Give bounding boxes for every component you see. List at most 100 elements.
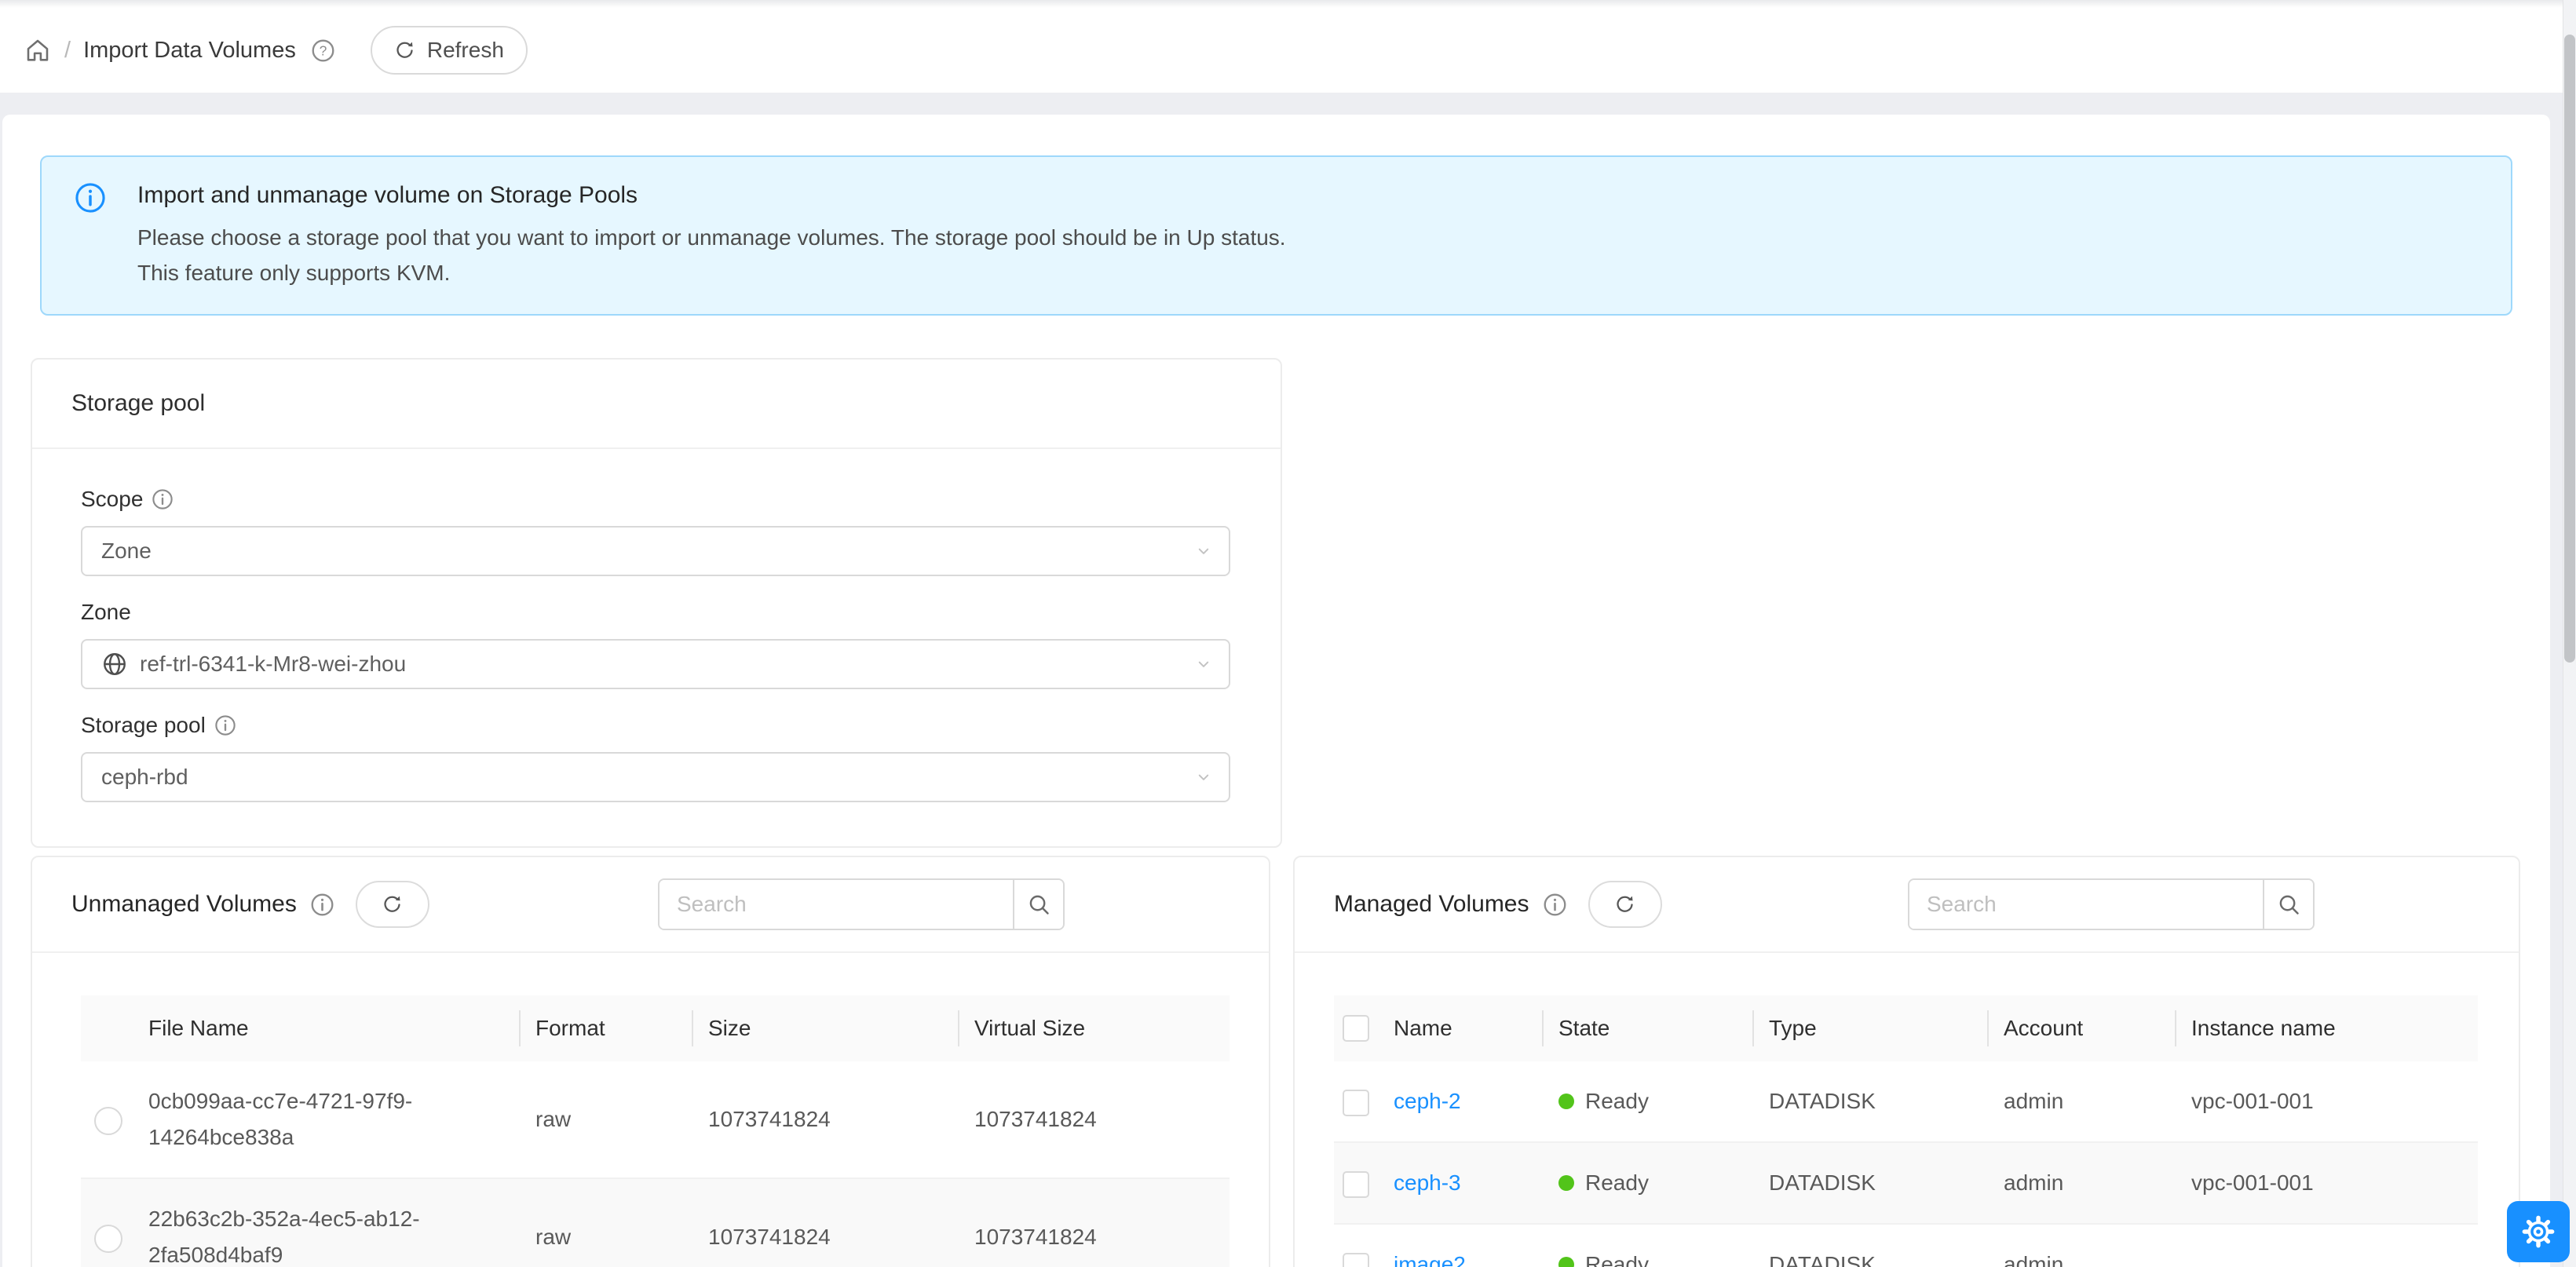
status-dot (1558, 1094, 1574, 1109)
unmanaged-refresh-button[interactable] (356, 881, 429, 928)
info-alert-text: Import and unmanage volume on Storage Po… (137, 177, 1286, 290)
managed-volumes-body: Name State Type Account Instance name ce… (1295, 953, 2519, 1267)
cell-file-name: 0cb099aa-cc7e-4721-97f9-14264bce838a (136, 1061, 520, 1178)
scope-label: Scope (81, 487, 1230, 512)
zone-label: Zone (81, 600, 1230, 625)
table-row[interactable]: ceph-2 Ready DATADISK admin vpc-001-001 (1334, 1061, 2478, 1142)
column-header-instance-name[interactable]: Instance name (2176, 995, 2478, 1061)
cell-format: raw (520, 1061, 692, 1178)
pool-label-text: Storage pool (81, 713, 206, 738)
info-alert-line2: This feature only supports KVM. (137, 255, 1286, 290)
storage-pool-card-body: Scope Zone Zone ref-trl-6341-k-Mr8-wei-z… (32, 449, 1281, 846)
scope-label-text: Scope (81, 487, 143, 512)
volume-name-link[interactable]: ceph-2 (1394, 1089, 1461, 1113)
unmanaged-volumes-header: Unmanaged Volumes (32, 857, 1269, 953)
reload-icon (394, 40, 415, 61)
row-checkbox[interactable] (1343, 1171, 1369, 1198)
cell-size: 1073741824 (692, 1061, 959, 1178)
help-icon[interactable] (310, 38, 336, 64)
volumes-section: Unmanaged Volumes File Name Format (31, 856, 2550, 1267)
cell-type: DATADISK (1753, 1061, 1988, 1142)
row-checkbox[interactable] (1343, 1090, 1369, 1116)
managed-search (1908, 878, 2315, 930)
unmanaged-volumes-title: Unmanaged Volumes (71, 891, 297, 918)
chevron-down-icon (1193, 540, 1215, 562)
managed-info-icon[interactable] (1542, 892, 1568, 918)
table-row[interactable]: ceph-3 Ready DATADISK admin vpc-001-001 (1334, 1142, 2478, 1224)
unmanaged-table-header-row: File Name Format Size Virtual Size (81, 995, 1230, 1061)
managed-volumes-header: Managed Volumes (1295, 857, 2519, 953)
info-alert-line1: Please choose a storage pool that you wa… (137, 220, 1286, 255)
background-band (0, 93, 2576, 115)
cell-instance-name (2176, 1224, 2478, 1267)
cell-instance-name: vpc-001-001 (2176, 1061, 2478, 1142)
pool-info-icon[interactable] (214, 714, 237, 737)
managed-volumes-title: Managed Volumes (1334, 891, 1529, 918)
status-dot (1558, 1257, 1574, 1267)
cell-size: 1073741824 (692, 1178, 959, 1267)
info-alert-description: Please choose a storage pool that you wa… (137, 220, 1286, 290)
globe-icon (101, 651, 128, 677)
table-row[interactable]: 0cb099aa-cc7e-4721-97f9-14264bce838a raw… (81, 1061, 1230, 1178)
breadcrumb-bar: / Import Data Volumes Refresh (0, 8, 2576, 93)
table-row[interactable]: 22b63c2b-352a-4ec5-ab12-2fa508d4baf9 raw… (81, 1178, 1230, 1267)
status-dot (1558, 1175, 1574, 1191)
column-header-account[interactable]: Account (1988, 995, 2176, 1061)
scope-info-icon[interactable] (151, 487, 174, 511)
info-alert-title: Import and unmanage volume on Storage Po… (137, 177, 1286, 214)
pool-select[interactable]: ceph-rbd (81, 752, 1230, 802)
column-header-type[interactable]: Type (1753, 995, 1988, 1061)
zone-label-text: Zone (81, 600, 131, 625)
search-icon[interactable] (2263, 880, 2313, 929)
cell-account: admin (1988, 1142, 2176, 1224)
zone-select-value: ref-trl-6341-k-Mr8-wei-zhou (140, 652, 406, 677)
refresh-button-label: Refresh (427, 38, 504, 63)
managed-refresh-button[interactable] (1588, 881, 1662, 928)
column-header-size[interactable]: Size (692, 995, 959, 1061)
gear-icon (2522, 1215, 2555, 1248)
cell-account: admin (1988, 1061, 2176, 1142)
volume-name-link[interactable]: image2 (1394, 1252, 1466, 1267)
search-icon[interactable] (1013, 880, 1063, 929)
scope-select-value: Zone (101, 539, 152, 564)
content-panel: Import and unmanage volume on Storage Po… (2, 115, 2550, 1267)
row-checkbox[interactable] (1343, 1253, 1369, 1267)
managed-search-input[interactable] (1909, 880, 2263, 929)
page-title: Import Data Volumes (83, 38, 296, 64)
row-radio[interactable] (94, 1107, 122, 1135)
select-all-checkbox[interactable] (1343, 1015, 1369, 1042)
cell-state: Ready (1585, 1083, 1649, 1119)
scope-select[interactable]: Zone (81, 526, 1230, 576)
cell-virtual-size: 1073741824 (959, 1061, 1230, 1178)
zone-select[interactable]: ref-trl-6341-k-Mr8-wei-zhou (81, 639, 1230, 689)
unmanaged-volumes-card: Unmanaged Volumes File Name Format (31, 856, 1270, 1267)
cell-account: admin (1988, 1224, 2176, 1267)
chevron-down-icon (1193, 653, 1215, 675)
unmanaged-search-input[interactable] (660, 880, 1013, 929)
chevron-down-icon (1193, 766, 1215, 788)
breadcrumb-separator: / (64, 38, 71, 64)
cell-type: DATADISK (1753, 1142, 1988, 1224)
refresh-button[interactable]: Refresh (371, 26, 528, 75)
column-header-state[interactable]: State (1543, 995, 1753, 1061)
volume-name-link[interactable]: ceph-3 (1394, 1170, 1461, 1195)
scrollbar-thumb[interactable] (2564, 35, 2575, 663)
unmanaged-info-icon[interactable] (309, 892, 335, 918)
cell-file-name: 22b63c2b-352a-4ec5-ab12-2fa508d4baf9 (136, 1178, 520, 1267)
unmanaged-volumes-body: File Name Format Size Virtual Size 0cb09… (32, 953, 1269, 1267)
table-row[interactable]: image2 Ready DATADISK admin (1334, 1224, 2478, 1267)
vertical-scrollbar[interactable] (2563, 0, 2576, 1267)
column-header-name[interactable]: Name (1378, 995, 1543, 1061)
settings-fab-button[interactable] (2507, 1201, 2570, 1262)
column-header-file-name[interactable]: File Name (136, 995, 520, 1061)
column-header-format[interactable]: Format (520, 995, 692, 1061)
cell-state: Ready (1585, 1165, 1649, 1201)
pool-select-value: ceph-rbd (101, 765, 188, 790)
row-radio[interactable] (94, 1225, 122, 1253)
storage-pool-card-title: Storage pool (32, 360, 1281, 449)
home-icon[interactable] (24, 36, 52, 64)
managed-table-header-row: Name State Type Account Instance name (1334, 995, 2478, 1061)
column-header-virtual-size[interactable]: Virtual Size (959, 995, 1230, 1061)
managed-volumes-table: Name State Type Account Instance name ce… (1334, 995, 2478, 1267)
cell-virtual-size: 1073741824 (959, 1178, 1230, 1267)
